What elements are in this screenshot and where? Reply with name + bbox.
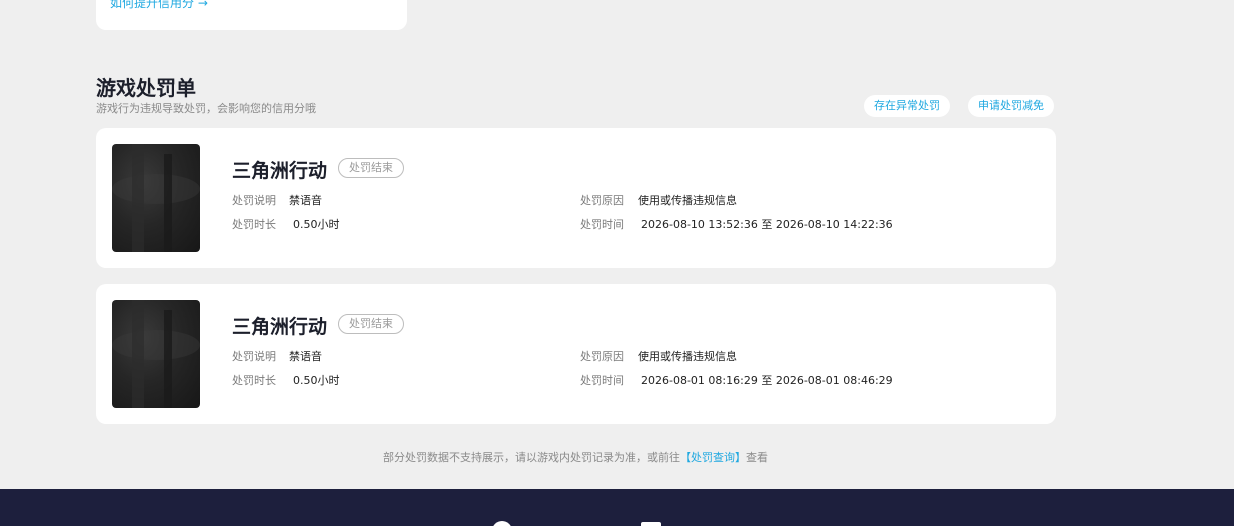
footer-note: 部分处罚数据不支持展示，请以游戏内处罚记录为准，或前往【处罚查询】查看 xyxy=(0,449,1151,465)
penalty-query-link[interactable]: 【处罚查询】 xyxy=(680,451,746,464)
bottom-bar xyxy=(0,489,1234,526)
time-label: 处罚时间 xyxy=(580,218,624,231)
footer-note-suffix: 查看 xyxy=(746,451,768,464)
desc-label: 处罚说明 xyxy=(232,350,276,363)
time-value: 2026-08-01 08:16:29 至 2026-08-01 08:46:2… xyxy=(641,374,893,387)
time-label: 处罚时间 xyxy=(580,374,624,387)
desc-value: 禁语音 xyxy=(289,194,322,207)
duration-label: 处罚时长 xyxy=(232,218,276,231)
duration-value: 0.50小时 xyxy=(293,374,340,387)
improve-credit-link[interactable]: 如何提升信用分 → xyxy=(110,0,208,11)
time-value: 2026-08-10 13:52:36 至 2026-08-10 14:22:3… xyxy=(641,218,893,231)
status-badge: 处罚结束 xyxy=(338,158,404,178)
reason-label: 处罚原因 xyxy=(580,350,624,363)
game-thumbnail xyxy=(112,300,200,408)
desc-label: 处罚说明 xyxy=(232,194,276,207)
duration-value: 0.50小时 xyxy=(293,218,340,231)
game-title: 三角洲行动 xyxy=(232,160,328,182)
reason-value: 使用或传播违规信息 xyxy=(638,194,737,207)
reason-label: 处罚原因 xyxy=(580,194,624,207)
game-title: 三角洲行动 xyxy=(232,316,328,338)
duration-label: 处罚时长 xyxy=(232,374,276,387)
circle-icon[interactable] xyxy=(492,521,512,526)
footer-note-prefix: 部分处罚数据不支持展示，请以游戏内处罚记录为准，或前往 xyxy=(383,451,680,464)
desc-value: 禁语音 xyxy=(289,350,322,363)
square-icon[interactable] xyxy=(641,522,661,526)
penalty-card: 三角洲行动 处罚结束 处罚说明 禁语音 处罚原因 使用或传播违规信息 处罚时长 … xyxy=(96,284,1056,424)
penalty-card: 三角洲行动 处罚结束 处罚说明 禁语音 处罚原因 使用或传播违规信息 处罚时长 … xyxy=(96,128,1056,268)
apply-penalty-reduction-button[interactable]: 申请处罚减免 xyxy=(968,95,1054,117)
game-thumbnail xyxy=(112,144,200,252)
page: 如何提升信用分 → 游戏处罚单 游戏行为违规导致处罚，会影响您的信用分哦 存在异… xyxy=(0,0,1234,526)
section-title: 游戏处罚单 xyxy=(96,76,196,100)
status-badge: 处罚结束 xyxy=(338,314,404,334)
reason-value: 使用或传播违规信息 xyxy=(638,350,737,363)
report-abnormal-penalty-button[interactable]: 存在异常处罚 xyxy=(864,95,950,117)
section-subtitle: 游戏行为违规导致处罚，会影响您的信用分哦 xyxy=(96,102,316,115)
